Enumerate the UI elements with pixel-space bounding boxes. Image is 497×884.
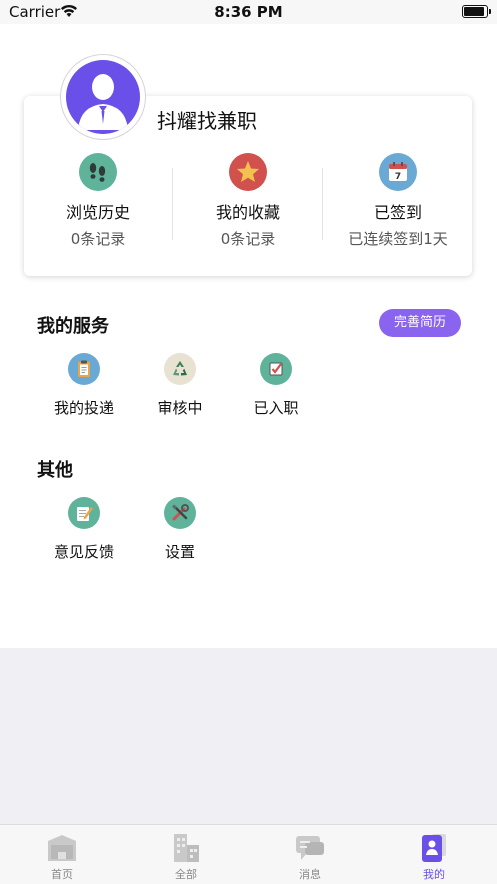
- calendar-icon: 7: [379, 153, 417, 191]
- tab-mine[interactable]: 我的: [372, 825, 496, 884]
- checkbox-icon: [260, 353, 292, 385]
- buildings-icon: [174, 834, 199, 862]
- service-label: 审核中: [157, 399, 203, 417]
- service-under-review[interactable]: 审核中: [135, 353, 225, 418]
- stat-browse-history[interactable]: 浏览历史 0条记录: [23, 153, 173, 249]
- stat-checkin[interactable]: 7 已签到 已连续签到1天: [323, 153, 473, 249]
- stat-label: 已签到: [373, 203, 422, 222]
- profile-icon: [422, 834, 446, 862]
- service-label: 我的投递: [53, 399, 114, 417]
- stat-favorites[interactable]: 我的收藏 0条记录: [173, 153, 323, 249]
- stat-value: 0条记录: [220, 230, 276, 248]
- clipboard-icon: [68, 353, 100, 385]
- tab-bar: 首页 全部 消息 我的: [0, 824, 497, 884]
- stat-value: 已连续签到1天: [348, 230, 448, 248]
- clock: 8:36 PM: [214, 3, 283, 21]
- stat-label: 我的收藏: [215, 203, 280, 222]
- star-icon: [229, 153, 267, 191]
- other-label: 意见反馈: [53, 543, 114, 561]
- other-title: 其他: [37, 460, 73, 481]
- edit-icon: [68, 497, 100, 529]
- other-feedback[interactable]: 意见反馈: [39, 497, 129, 562]
- stat-value: 0条记录: [70, 230, 126, 248]
- svg-text:7: 7: [395, 172, 401, 182]
- message-icon: [296, 836, 324, 860]
- tab-label: 我的: [423, 868, 445, 881]
- footprints-icon: [79, 153, 117, 191]
- username: 抖耀找兼职: [157, 109, 257, 133]
- tab-label: 首页: [51, 868, 73, 881]
- status-bar: Carrier 8:36 PM: [0, 0, 497, 24]
- tab-home[interactable]: 首页: [0, 825, 124, 884]
- tab-label: 全部: [175, 868, 197, 881]
- other-settings[interactable]: 设置: [135, 497, 225, 562]
- battery-icon: [462, 5, 491, 18]
- tab-label: 消息: [299, 868, 321, 881]
- other-label: 设置: [164, 543, 195, 561]
- complete-resume-button[interactable]: 完善简历: [379, 309, 461, 337]
- home-icon: [48, 835, 76, 861]
- service-onboarded[interactable]: 已入职: [231, 353, 321, 418]
- avatar-person-icon: [66, 60, 140, 134]
- avatar[interactable]: [60, 54, 146, 140]
- service-label: 已入职: [253, 399, 299, 417]
- tab-messages[interactable]: 消息: [248, 825, 372, 884]
- stat-label: 浏览历史: [65, 203, 130, 222]
- tools-icon: [164, 497, 196, 529]
- services-title: 我的服务: [37, 316, 109, 337]
- service-my-applications[interactable]: 我的投递: [39, 353, 129, 418]
- tab-all[interactable]: 全部: [124, 825, 248, 884]
- recycle-icon: [164, 353, 196, 385]
